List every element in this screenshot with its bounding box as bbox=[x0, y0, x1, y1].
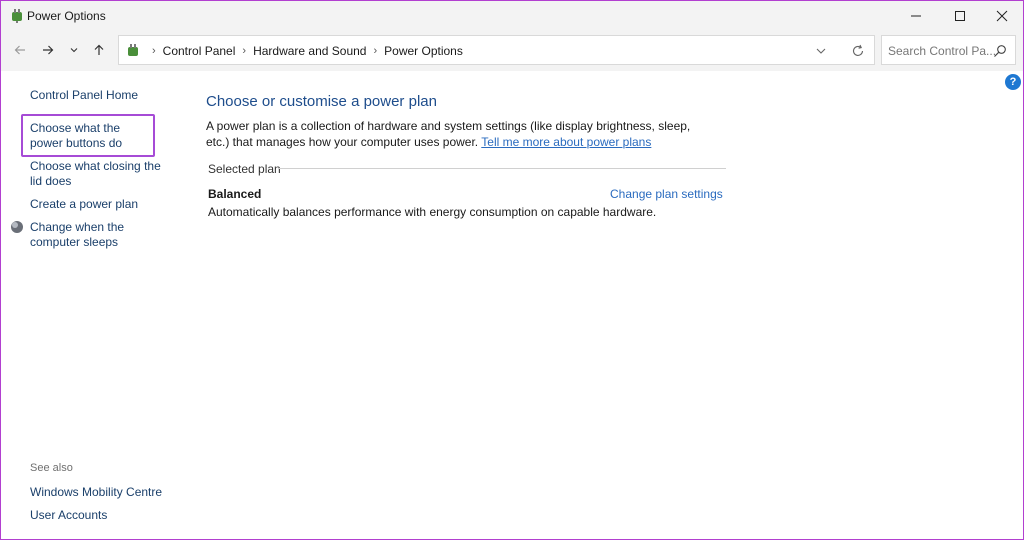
control-panel-icon bbox=[128, 44, 138, 56]
close-button[interactable] bbox=[979, 1, 1023, 31]
divider bbox=[278, 168, 726, 169]
maximize-button[interactable] bbox=[937, 1, 983, 31]
see-also-label: See also bbox=[30, 462, 73, 474]
search-placeholder: Search Control Pa... bbox=[888, 44, 997, 58]
maximize-icon bbox=[955, 11, 965, 21]
address-bar[interactable]: › Control Panel › Hardware and Sound › P… bbox=[118, 35, 875, 65]
sleep-settings-link[interactable]: Change when the computer sleeps bbox=[30, 220, 170, 250]
change-plan-settings-link[interactable]: Change plan settings bbox=[610, 187, 723, 201]
power-options-icon bbox=[12, 9, 22, 23]
navigation-bar: › Control Panel › Hardware and Sound › P… bbox=[1, 31, 1023, 71]
close-icon bbox=[996, 10, 1008, 22]
help-icon[interactable]: ? bbox=[1005, 74, 1021, 90]
power-plans-help-link[interactable]: Tell me more about power plans bbox=[481, 135, 651, 149]
page-title: Choose or customise a power plan bbox=[206, 93, 437, 110]
breadcrumb: › Control Panel › Hardware and Sound › P… bbox=[145, 44, 463, 58]
plan-description: Automatically balances performance with … bbox=[208, 205, 657, 219]
forward-button[interactable] bbox=[37, 39, 59, 61]
chevron-right-icon: › bbox=[373, 45, 378, 57]
refresh-icon[interactable] bbox=[850, 43, 866, 59]
chevron-right-icon: › bbox=[152, 45, 156, 57]
arrow-up-icon bbox=[94, 44, 104, 55]
moon-sleep-icon bbox=[11, 221, 23, 233]
arrow-right-icon bbox=[43, 45, 54, 55]
plan-name: Balanced bbox=[208, 187, 262, 201]
search-input[interactable]: Search Control Pa... bbox=[881, 35, 1016, 65]
breadcrumb-hardware-and-sound[interactable]: Hardware and Sound bbox=[253, 44, 366, 58]
create-power-plan-link[interactable]: Create a power plan bbox=[30, 197, 138, 212]
closing-lid-link[interactable]: Choose what closing the lid does bbox=[30, 159, 170, 189]
breadcrumb-power-options[interactable]: Power Options bbox=[384, 44, 463, 58]
chevron-down-icon bbox=[70, 48, 78, 53]
up-button[interactable] bbox=[88, 39, 110, 61]
recent-locations-button[interactable] bbox=[63, 39, 85, 61]
page-description: A power plan is a collection of hardware… bbox=[206, 118, 706, 150]
chevron-right-icon: › bbox=[242, 45, 247, 57]
title-bar: Power Options bbox=[1, 1, 1023, 31]
back-button[interactable] bbox=[9, 39, 31, 61]
power-options-window: Power Options › Control Panel › Hardware… bbox=[0, 0, 1024, 540]
user-accounts-link[interactable]: User Accounts bbox=[30, 508, 107, 523]
power-buttons-link[interactable]: Choose what the power buttons do bbox=[30, 121, 154, 151]
mobility-centre-link[interactable]: Windows Mobility Centre bbox=[30, 485, 162, 500]
minimize-button[interactable] bbox=[893, 1, 939, 31]
arrow-left-icon bbox=[14, 45, 25, 55]
selected-plan-label: Selected plan bbox=[208, 162, 281, 176]
search-icon bbox=[994, 45, 1006, 57]
control-panel-home-link[interactable]: Control Panel Home bbox=[30, 88, 138, 103]
minimize-icon bbox=[911, 15, 921, 17]
address-dropdown-icon[interactable] bbox=[814, 44, 828, 58]
window-title: Power Options bbox=[27, 9, 106, 23]
breadcrumb-control-panel[interactable]: Control Panel bbox=[163, 44, 236, 58]
